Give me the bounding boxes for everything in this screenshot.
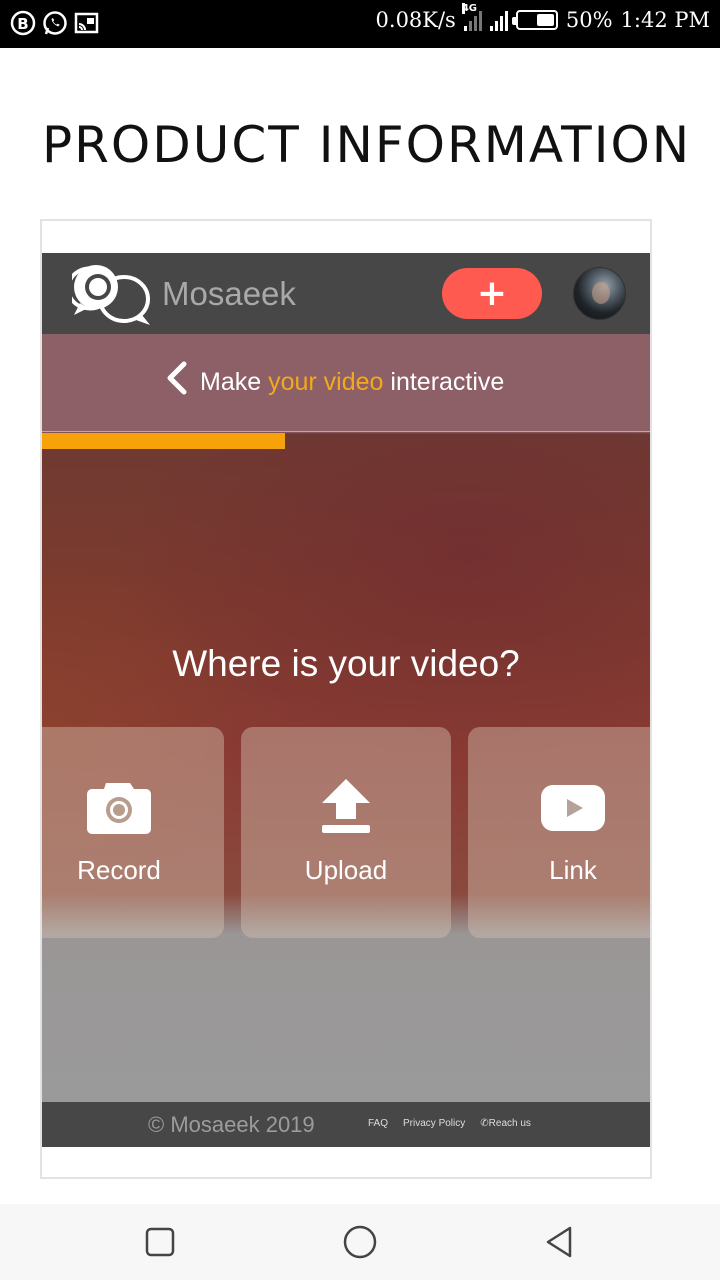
clock: 1:42 PM (620, 8, 710, 32)
link-option[interactable]: Link (468, 727, 650, 938)
youtube-icon (541, 785, 605, 831)
net-speed: 0.08K/s (375, 8, 456, 32)
app-footer: © Mosaeek 2019 FAQ Privacy Policy ✆Reach… (42, 1102, 650, 1147)
system-nav-bar (0, 1204, 720, 1280)
step-title: Make your video interactive (200, 368, 504, 397)
copyright: © Mosaeek 2019 (148, 1112, 315, 1137)
mosaeek-logo-icon (72, 265, 150, 325)
brand-name: Mosaeek (162, 275, 296, 312)
battery-percent: 50% (565, 8, 613, 32)
app-topbar: Mosaeek + (42, 253, 650, 334)
progress-fill (42, 433, 286, 449)
status-bar: B 0.08K/s 4G 50% 1:42 PM (0, 0, 720, 48)
signal-4g-icon: 4G (461, 3, 482, 31)
whatsapp-small-icon: ✆ (480, 1118, 489, 1129)
reach-us-label: Reach us (488, 1118, 531, 1129)
whatsapp-icon (43, 11, 67, 35)
back-chevron-icon[interactable] (164, 361, 190, 395)
upload-option[interactable]: Upload (241, 727, 451, 938)
recents-button[interactable] (142, 1224, 178, 1260)
step-header: Make your video interactive (42, 334, 650, 432)
record-label: Record (77, 855, 161, 885)
notification-icons: B (10, 10, 100, 36)
video-source-panel: Make your video interactive Where is you… (42, 334, 650, 1102)
avatar[interactable] (573, 267, 626, 320)
privacy-policy-link[interactable]: Privacy Policy (403, 1118, 465, 1129)
step-title-suffix: interactive (383, 368, 505, 396)
step-title-prefix: Make (200, 368, 269, 396)
mosaeek-app: Mosaeek + Make your video interactive Wh… (42, 253, 650, 1147)
page-title: PRODUCT INFORMATION (42, 116, 692, 174)
question-text: Where is your video? (172, 643, 520, 684)
signal-icon (489, 9, 508, 31)
battery-icon (511, 10, 558, 30)
step-title-accent: your video (268, 368, 384, 396)
svg-text:B: B (17, 15, 28, 33)
home-button[interactable] (342, 1224, 378, 1260)
link-label: Link (549, 855, 597, 885)
network-type-label: 4G (461, 3, 478, 14)
record-option[interactable]: Record (42, 727, 224, 938)
reach-us-link[interactable]: ✆Reach us (480, 1118, 531, 1129)
cast-icon (74, 12, 99, 34)
upload-icon (322, 779, 370, 833)
camera-icon (87, 783, 151, 834)
upload-label: Upload (304, 855, 388, 885)
back-button[interactable] (542, 1224, 578, 1260)
progress-bar (42, 433, 650, 449)
add-button[interactable]: + (442, 268, 542, 319)
faq-link[interactable]: FAQ (368, 1118, 388, 1129)
b-app-icon: B (10, 10, 36, 36)
